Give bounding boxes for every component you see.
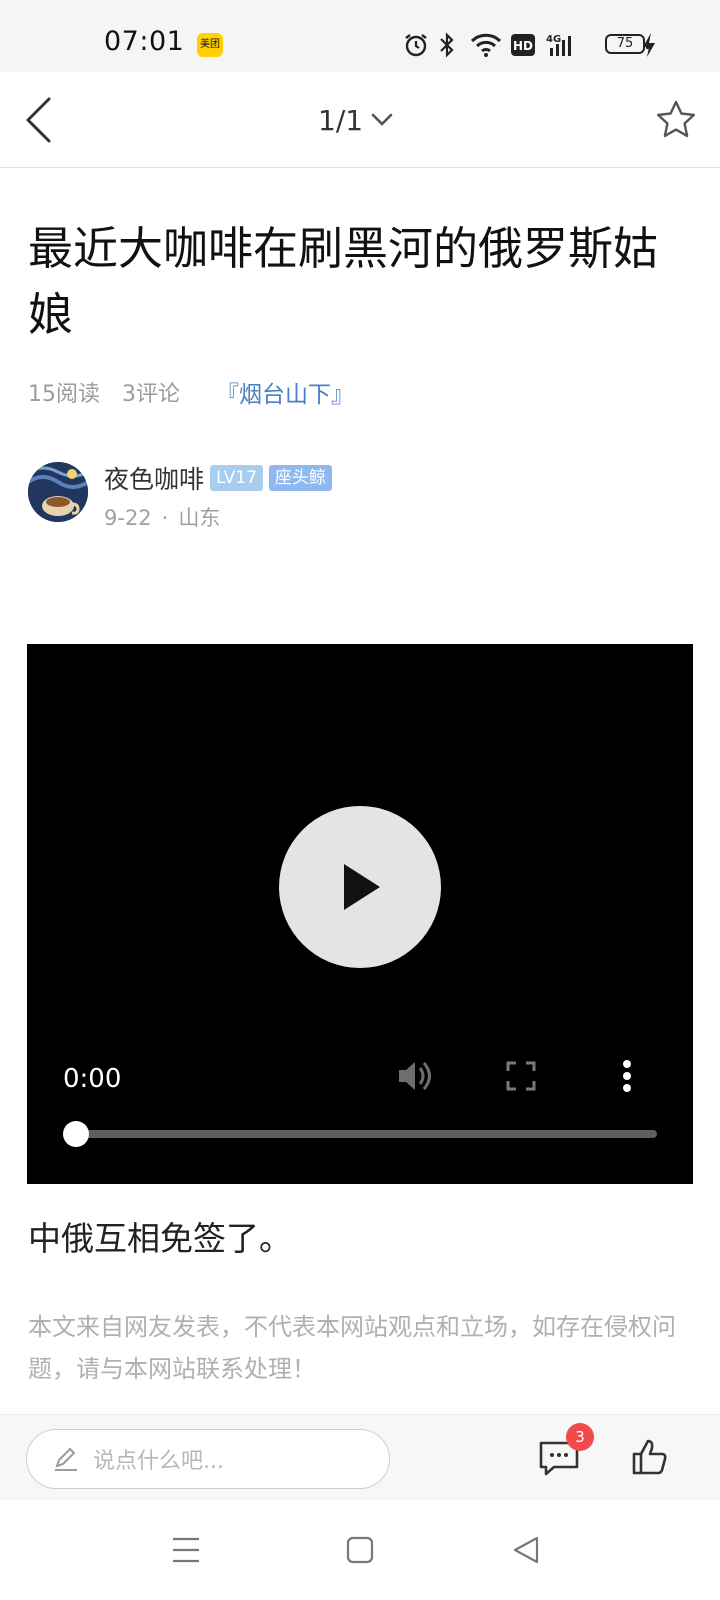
status-bar: 07:01 美团 HD 4G 75 [0, 0, 720, 72]
screen: 07:01 美团 HD 4G 75 1/1 最近大咖啡在刷黑河的俄罗斯姑娘 15… [0, 0, 720, 1600]
alarm-icon [402, 30, 430, 60]
battery-icon: 75 [605, 34, 649, 54]
volume-button[interactable] [393, 1054, 437, 1098]
avatar[interactable] [28, 462, 88, 522]
fullscreen-button[interactable] [499, 1054, 543, 1098]
volume-icon [399, 1062, 431, 1090]
author-meta: 9-22 · 山东 [104, 502, 220, 532]
disclaimer: 本文来自网友发表，不代表本网站观点和立场，如存在侵权问题，请与本网站联系处理！ [28, 1313, 676, 1383]
read-count: 15阅读 [28, 382, 100, 407]
fullscreen-icon [506, 1061, 536, 1091]
svg-text:4G: 4G [546, 34, 561, 45]
comment-count-text: 3评论 [122, 382, 180, 407]
back-button[interactable] [18, 94, 58, 146]
top-nav-bar: 1/1 [0, 72, 720, 168]
meituan-app-icon: 美团 [197, 33, 223, 57]
level-badge: LV17 [210, 465, 263, 491]
article-body: 中俄互相免签了。 [28, 1219, 292, 1258]
page-selector[interactable]: 1/1 [318, 100, 393, 140]
topic-link[interactable]: 『烟台山下』 [216, 375, 354, 409]
menu-button[interactable] [166, 1530, 206, 1570]
author-info: 夜色咖啡 LV17 座头鲸 9-22 · 山东 [28, 460, 688, 530]
system-back-button[interactable] [506, 1530, 546, 1570]
rank-badge: 座头鲸 [268, 465, 332, 491]
video-progress-bar[interactable] [75, 1130, 657, 1138]
play-button[interactable] [279, 806, 441, 968]
post-date: 9-22 [104, 506, 152, 530]
video-player[interactable]: 0:00 [27, 644, 693, 1184]
more-options-button[interactable] [605, 1054, 649, 1098]
meta-separator: · [161, 506, 169, 530]
favorite-button[interactable] [652, 96, 700, 144]
4g-signal-icon: 4G [546, 30, 580, 60]
video-current-time: 0:00 [63, 1064, 122, 1094]
svg-text:HD: HD [513, 39, 533, 53]
back-arrow-icon [26, 97, 51, 143]
star-icon [656, 100, 696, 138]
charging-icon [640, 30, 658, 60]
author-name[interactable]: 夜色咖啡 [104, 460, 204, 496]
author-name-row: 夜色咖啡 LV17 座头鲸 [104, 460, 332, 496]
hd-icon: HD [510, 30, 536, 60]
pencil-icon [55, 1447, 77, 1471]
home-button[interactable] [340, 1530, 380, 1570]
page-indicator-text: 1/1 [318, 103, 364, 137]
play-icon [344, 864, 380, 910]
post-location: 山东 [178, 506, 221, 530]
comment-input[interactable]: 说点什么吧... [26, 1429, 390, 1489]
chevron-down-icon [371, 113, 393, 126]
wifi-icon [469, 30, 503, 60]
like-button[interactable] [626, 1433, 674, 1481]
thumbs-up-icon [632, 1439, 667, 1475]
comment-count-badge: 3 [566, 1423, 594, 1451]
triangle-back-icon [513, 1536, 539, 1564]
status-time: 07:01 [104, 26, 185, 57]
comment-placeholder: 说点什么吧... [93, 1449, 224, 1474]
video-progress-knob[interactable] [63, 1121, 89, 1147]
menu-icon [173, 1537, 199, 1563]
bottom-action-bar: 说点什么吧... 3 [0, 1414, 720, 1500]
article-stats: 15阅读 3评论 『烟台山下』 [28, 375, 376, 409]
article-title: 最近大咖啡在刷黑河的俄罗斯姑娘 [28, 222, 659, 341]
system-navigation-bar [0, 1500, 720, 1600]
more-vertical-icon [623, 1060, 631, 1092]
home-square-icon [346, 1536, 374, 1564]
bluetooth-icon [436, 30, 458, 60]
